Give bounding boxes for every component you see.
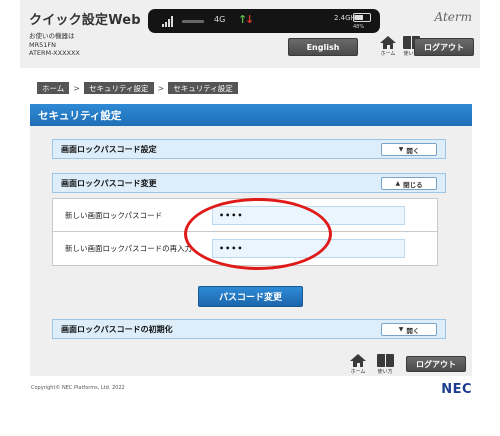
logout-button[interactable]: ログアウト [406,356,466,372]
passcode-form: 新しい画面ロックパスコード •••• 新しい画面ロックパスコードの再入力 •••… [52,198,438,266]
home-icon [350,354,366,367]
english-button[interactable]: English [288,38,358,56]
nec-logo: NEC [441,382,472,397]
logout-button[interactable]: ログアウト [414,38,474,56]
home-link-label: ホーム [350,369,366,375]
device-info: お使いの機器は MR51FN ATERM-XXXXXX [29,32,80,58]
breadcrumb-current: セキュリティ設定 [168,82,238,94]
close-button-label: 閉じる [403,180,423,189]
form-row-new: 新しい画面ロックパスコード •••• [53,199,437,232]
page-title: セキュリティ設定 [30,104,472,126]
section-passcode-change[interactable]: 画面ロックパスコード変更 ▲ 閉じる [52,173,446,193]
confirm-passcode-label: 新しい画面ロックパスコードの再入力 [65,244,193,253]
new-passcode-input[interactable]: •••• [212,205,405,225]
signal-strip [182,20,204,23]
change-passcode-button[interactable]: パスコード変更 [198,286,303,307]
open-button-label: 開く [406,326,420,335]
section-title: 画面ロックパスコードの初期化 [61,324,173,334]
open-button[interactable]: ▼ 開く [381,323,437,336]
new-passcode-label: 新しい画面ロックパスコード [65,210,163,220]
manual-link-label: 使い方 [377,369,393,375]
breadcrumb: ホーム > セキュリティ設定 > セキュリティ設定 [37,82,238,94]
section-title: 画面ロックパスコード変更 [61,178,157,188]
home-icon [380,36,396,49]
section-title: 画面ロックパスコード設定 [61,144,157,154]
open-button[interactable]: ▼ 開く [381,143,437,156]
network-type: 4G [214,15,226,24]
chevron-down-icon: ▼ [398,326,404,333]
status-bar: 4G ↑ ↓ 2.4GHz 48% [148,9,380,33]
signal-bars-icon [162,15,178,27]
open-button-label: 開く [406,146,420,155]
home-link-label: ホーム [380,51,396,57]
breadcrumb-home[interactable]: ホーム [37,82,70,94]
header: クイック設定Web お使いの機器は MR51FN ATERM-XXXXXX 4G… [20,0,480,68]
brand-logo: Aterm [434,10,473,24]
breadcrumb-separator: > [157,83,165,93]
breadcrumb-security[interactable]: セキュリティ設定 [83,82,154,94]
home-link[interactable]: ホーム [377,36,399,57]
download-arrow-icon: ↓ [245,13,255,26]
manual-link[interactable]: 使い方 [374,354,396,375]
battery-icon [353,13,371,22]
chevron-up-icon: ▲ [395,180,401,187]
home-link[interactable]: ホーム [347,354,369,375]
breadcrumb-separator: > [73,83,80,93]
device-ssid: ATERM-XXXXXX [29,49,80,58]
section-passcode-reset[interactable]: 画面ロックパスコードの初期化 ▼ 開く [52,319,446,339]
confirm-passcode-input[interactable]: •••• [212,239,405,258]
copyright: Copyright© NEC Platforms, Ltd. 2022 [31,385,125,391]
form-row-confirm: 新しい画面ロックパスコードの再入力 •••• [53,232,437,265]
close-button[interactable]: ▲ 閉じる [381,177,437,190]
app-title: クイック設定Web [29,13,141,28]
device-label: お使いの機器は [29,32,75,40]
chevron-down-icon: ▼ [398,146,404,153]
device-model: MR51FN [29,40,56,49]
book-icon [376,354,394,367]
battery-percent: 48% [353,24,365,30]
section-passcode-setting[interactable]: 画面ロックパスコード設定 ▼ 開く [52,139,446,159]
